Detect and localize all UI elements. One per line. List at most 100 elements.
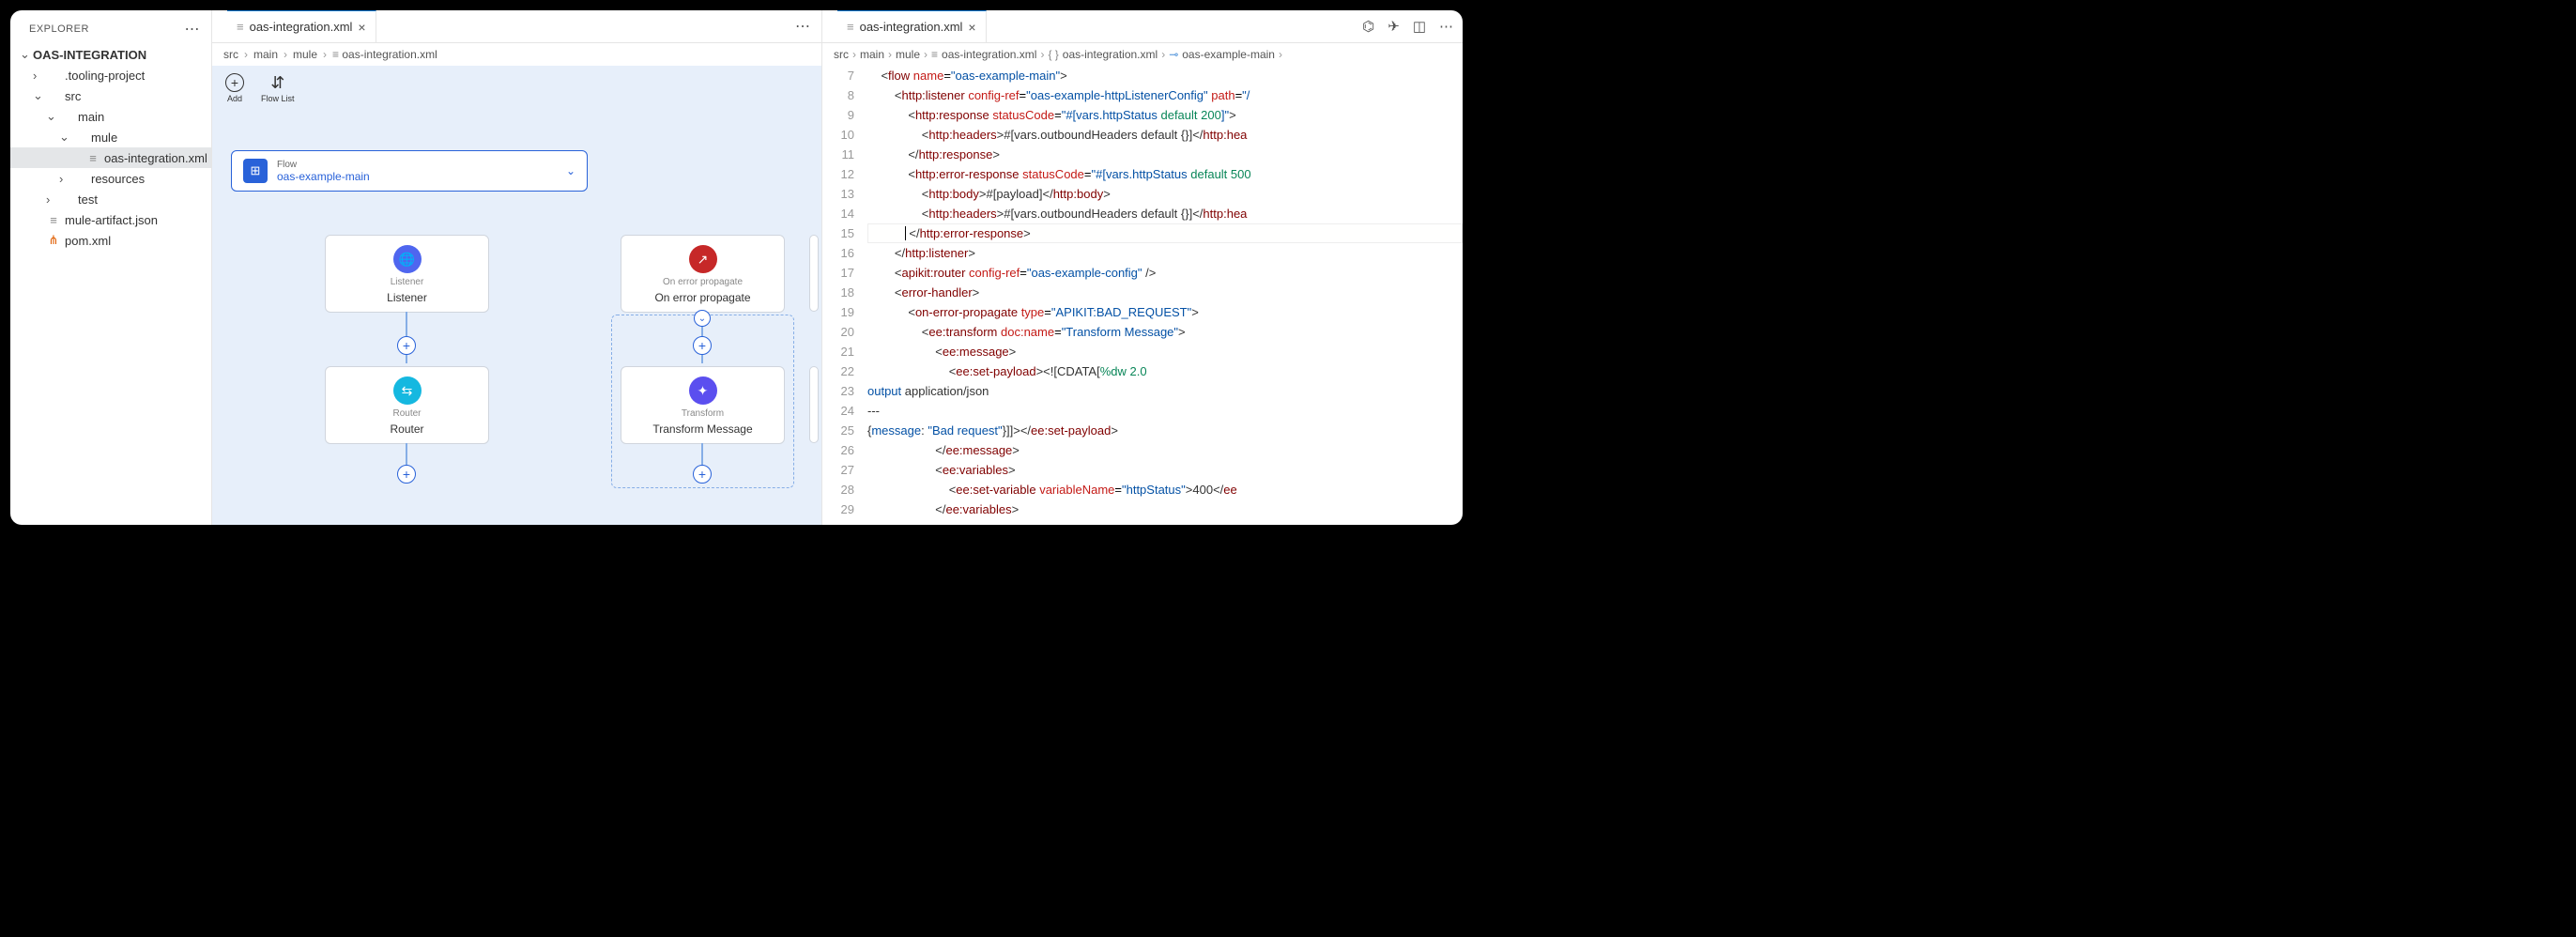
tree-item[interactable]: ⌄main <box>10 106 211 127</box>
code-line[interactable]: </ee:variables> <box>867 499 1463 519</box>
code-line[interactable]: </http:error-response> <box>867 223 1463 243</box>
code-line[interactable]: </ee:message> <box>867 440 1463 460</box>
code-line[interactable]: <http:headers>#[vars.outboundHeaders def… <box>867 125 1463 145</box>
crumb[interactable]: mule <box>896 48 920 61</box>
router-node[interactable]: ⇆ Router Router <box>325 366 489 444</box>
crumb-flow[interactable]: oas-example-main <box>1182 48 1275 61</box>
crumb[interactable]: mule <box>293 48 317 61</box>
tab-label: oas-integration.xml <box>250 20 353 34</box>
tree-item[interactable]: ›test <box>10 189 211 209</box>
tree-item[interactable]: ⌄src <box>10 85 211 106</box>
chevron-icon: › <box>33 69 42 83</box>
chevron-icon: ⌄ <box>33 88 42 103</box>
tree-label: .tooling-project <box>65 69 145 83</box>
tree-label: resources <box>91 172 145 186</box>
code-line[interactable]: <flow name="oas-example-main"> <box>867 66 1463 85</box>
code-line[interactable]: <ee:message> <box>867 342 1463 361</box>
crumb-obj[interactable]: oas-integration.xml <box>1063 48 1158 61</box>
more-icon[interactable]: ⋯ <box>1439 18 1453 35</box>
crumb-file[interactable]: oas-integration.xml <box>942 48 1036 61</box>
code-line[interactable]: </http:listener> <box>867 243 1463 263</box>
code-line[interactable]: </http:response> <box>867 145 1463 164</box>
flow-header[interactable]: ⊞ Flow oas-example-main ⌄ <box>231 150 588 192</box>
code-line[interactable]: --- <box>867 401 1463 421</box>
close-icon[interactable]: × <box>968 20 975 35</box>
file-icon: ≡ <box>85 151 100 165</box>
flow-canvas[interactable]: + Add ⇵ Flow List ⊞ Flow oas-example-mai… <box>212 66 821 525</box>
explorer-title: EXPLORER <box>29 23 89 35</box>
add-button[interactable]: + Add <box>225 73 244 103</box>
close-icon[interactable]: × <box>358 20 365 35</box>
code-line[interactable]: <http:body>#[payload]</http:body> <box>867 184 1463 204</box>
add-node-button[interactable]: + <box>693 465 712 484</box>
flow-list-label: Flow List <box>261 94 295 103</box>
code-line[interactable]: <http:response statusCode="#[vars.httpSt… <box>867 105 1463 125</box>
code-line[interactable]: <http:headers>#[vars.outboundHeaders def… <box>867 204 1463 223</box>
code-line[interactable]: <ee:transform doc:name="Transform Messag… <box>867 322 1463 342</box>
flow-designer-pane: ≡ oas-integration.xml × ⋯ src›main›mule›… <box>212 10 822 525</box>
chevron-down-icon[interactable]: ⌄ <box>566 164 575 177</box>
crumb[interactable]: src <box>834 48 849 61</box>
globe-icon: 🌐 <box>393 245 422 273</box>
split-editor-icon[interactable]: ◫ <box>1413 18 1426 35</box>
explorer-more-icon[interactable]: ⋯ <box>185 20 201 38</box>
code-line[interactable]: <ee:variables> <box>867 460 1463 480</box>
code-line[interactable]: output application/json <box>867 381 1463 401</box>
tree-item[interactable]: ≡mule-artifact.json <box>10 209 211 230</box>
code-line[interactable]: <ee:set-variable variableName="httpStatu… <box>867 480 1463 499</box>
code-line[interactable]: <on-error-propagate type="APIKIT:BAD_REQ… <box>867 302 1463 322</box>
chevron-down-icon[interactable]: ⌄ <box>694 310 711 327</box>
error-icon: ↗ <box>689 245 717 273</box>
code-line[interactable]: <http:listener config-ref="oas-example-h… <box>867 85 1463 105</box>
code-line[interactable]: <http:error-response statusCode="#[vars.… <box>867 164 1463 184</box>
node-type: Router <box>392 408 421 419</box>
project-root[interactable]: ⌄ OAS-INTEGRATION <box>10 44 211 65</box>
tab-overflow-icon[interactable]: ⋯ <box>784 17 821 36</box>
add-node-button[interactable]: + <box>693 336 712 355</box>
tree-item[interactable]: › resources <box>10 168 211 189</box>
flow-type-label: Flow <box>277 160 557 170</box>
run-icon[interactable]: ✈ <box>1388 18 1400 35</box>
tree-label: test <box>78 192 98 207</box>
code-editor[interactable]: 7891011121314151617181920212223242526272… <box>822 66 1463 525</box>
code-line[interactable]: <apikit:router config-ref="oas-example-c… <box>867 263 1463 283</box>
file-icon: ⋔ <box>46 233 61 248</box>
node-label: Listener <box>387 291 427 304</box>
flow-list-button[interactable]: ⇵ Flow List <box>261 73 295 103</box>
crumb[interactable]: src <box>223 48 238 61</box>
chevron-icon: ⌄ <box>59 130 69 145</box>
transform-icon: ✦ <box>689 376 717 405</box>
crumb[interactable]: ≡ oas-integration.xml <box>332 48 437 61</box>
tree-item[interactable]: › .tooling-project <box>10 65 211 85</box>
tree-label: oas-integration.xml <box>104 151 207 165</box>
transform-node[interactable]: ✦ Transform Transform Message <box>621 366 785 444</box>
add-label: Add <box>227 94 242 103</box>
crumb[interactable]: main <box>253 48 278 61</box>
right-breadcrumb[interactable]: src›main›mule›≡ oas-integration.xml›{ } … <box>822 43 1463 66</box>
line-gutter: 7891011121314151617181920212223242526272… <box>822 66 867 525</box>
node-type: Transform <box>682 408 724 419</box>
on-error-propagate-node[interactable]: ↗ On error propagate On error propagate <box>621 235 785 313</box>
tree-item[interactable]: ⋔pom.xml <box>10 230 211 251</box>
hierarchy-icon[interactable]: ⌬ <box>1362 18 1374 35</box>
node-label: Transform Message <box>652 422 752 436</box>
chevron-icon: › <box>59 172 69 186</box>
tab-oas-integration-xml-code[interactable]: ≡ oas-integration.xml × <box>837 10 987 42</box>
tree-item[interactable]: ≡ oas-integration.xml <box>10 147 211 168</box>
code-line[interactable]: {message: "Bad request"}]]></ee:set-payl… <box>867 421 1463 440</box>
partial-node <box>809 235 819 312</box>
add-node-button[interactable]: + <box>397 465 416 484</box>
add-node-button[interactable]: + <box>397 336 416 355</box>
tree-item[interactable]: ⌄mule <box>10 127 211 147</box>
code-area[interactable]: <flow name="oas-example-main"> <http:lis… <box>867 66 1463 525</box>
listener-node[interactable]: 🌐 Listener Listener <box>325 235 489 313</box>
router-icon: ⇆ <box>393 376 422 405</box>
node-type: On error propagate <box>663 277 743 287</box>
crumb[interactable]: main <box>860 48 884 61</box>
center-breadcrumb[interactable]: src›main›mule›≡ oas-integration.xml <box>212 43 821 66</box>
code-line[interactable]: <error-handler> <box>867 283 1463 302</box>
chevron-down-icon: ⌄ <box>20 47 29 62</box>
code-line[interactable]: <ee:set-payload><![CDATA[%dw 2.0 <box>867 361 1463 381</box>
chevron-icon: ⌄ <box>46 109 55 124</box>
tab-oas-integration-xml[interactable]: ≡ oas-integration.xml × <box>227 10 376 42</box>
